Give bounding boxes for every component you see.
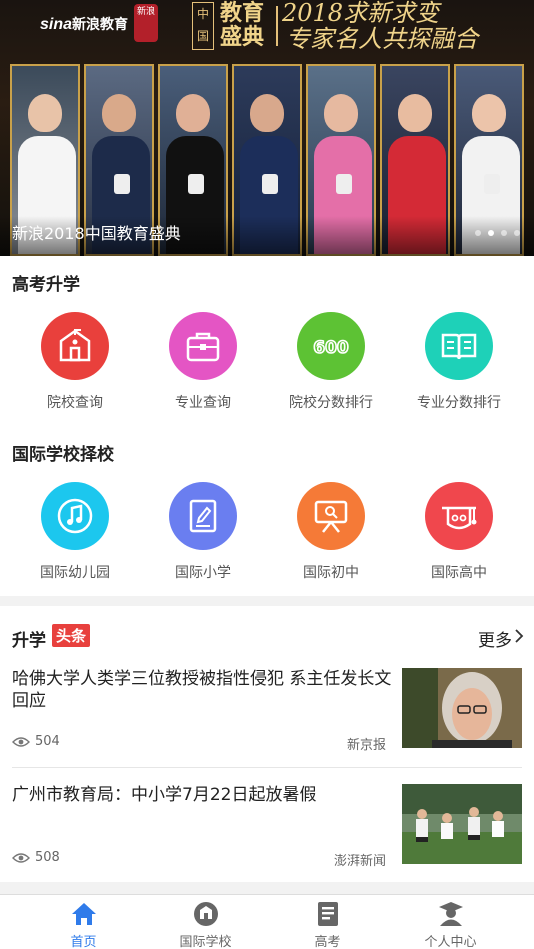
news-title[interactable]: 哈佛大学人类学三位教授被指性侵犯 系主任发长文回应 (12, 668, 392, 712)
news-item[interactable]: 哈佛大学人类学三位教授被指性侵犯 系主任发长文回应 504 新京报 (0, 668, 534, 778)
section-title-intl: 国际学校择校 (12, 445, 114, 465)
tab-home[interactable]: 首页 (17, 895, 150, 949)
news-thumbnail[interactable] (402, 784, 522, 864)
score-600-icon: 600 (297, 312, 365, 380)
seal-stamp-icon: 新浪 (134, 4, 158, 42)
banner-caption: 新浪2018中国教育盛典 (12, 224, 181, 243)
news-title[interactable]: 广州市教育局：中小学7月22日起放暑假 (12, 784, 392, 806)
banner-header: sina新浪教育 新浪 中国 教育 盛典 2018求新求变 专家名人共探融合 (0, 0, 534, 58)
gaokao-grid: 院校查询 专业查询 600 院校分数排行 专业分数排行 (0, 312, 534, 412)
event-divider (276, 6, 278, 46)
carousel-indicator[interactable] (475, 230, 520, 236)
notebook-pen-icon (169, 482, 237, 550)
badge-icon (194, 902, 218, 926)
carousel-dot-active[interactable] (488, 230, 494, 236)
event-mark: 中国 (192, 2, 214, 50)
top-banner-carousel[interactable]: sina新浪教育 新浪 中国 教育 盛典 2018求新求变 专家名人共探融合 新… (0, 0, 534, 256)
tab-intl-school[interactable]: 国际学校 (139, 895, 272, 949)
carousel-dot[interactable] (501, 230, 507, 236)
grid-item-intl-middle[interactable]: 国际初中 (264, 482, 398, 582)
event-slogan: 2018求新求变 专家名人共探融合 (282, 0, 478, 53)
music-note-icon (41, 482, 109, 550)
user-graduate-icon (439, 902, 463, 926)
svg-text:600: 600 (313, 338, 349, 358)
news-thumbnail[interactable] (402, 668, 522, 748)
bottom-tab-bar: 首页 国际学校 高考 个人中心 (0, 894, 534, 949)
eye-icon (12, 852, 30, 863)
presentation-board-icon (297, 482, 365, 550)
grid-item-intl-primary[interactable]: 国际小学 (136, 482, 270, 582)
document-icon (318, 902, 338, 926)
book-icon (425, 312, 493, 380)
grid-item-major-query[interactable]: 专业查询 (136, 312, 270, 412)
news-item[interactable]: 广州市教育局：中小学7月22日起放暑假 508 澎湃新闻 (0, 784, 534, 894)
view-count: 504 (12, 734, 60, 749)
carousel-dot[interactable] (475, 230, 481, 236)
eye-icon (12, 736, 30, 747)
view-count: 508 (12, 850, 60, 865)
grid-item-intl-kindergarten[interactable]: 国际幼儿园 (8, 482, 142, 582)
sina-education-logo: sina新浪教育 (40, 16, 129, 33)
briefcase-icon (169, 312, 237, 380)
news-section-title: 升学 (12, 631, 46, 651)
grid-item-school-score-rank[interactable]: 600 院校分数排行 (264, 312, 398, 412)
news-source: 新京报 (346, 738, 386, 753)
grid-item-major-score-rank[interactable]: 专业分数排行 (392, 312, 526, 412)
headline-news-section: 升学 头条 更多 哈佛大学人类学三位教授被指性侵犯 系主任发长文回应 504 新… (0, 606, 534, 882)
tab-gaokao[interactable]: 高考 (261, 895, 394, 949)
headline-tag: 头条 (52, 624, 91, 647)
grid-item-intl-high[interactable]: 国际高中 (392, 482, 526, 582)
news-header: 升学 头条 更多 (0, 606, 534, 662)
grid-item-school-query[interactable]: 院校查询 (8, 312, 142, 412)
tab-profile[interactable]: 个人中心 (384, 895, 517, 949)
intl-school-grid: 国际幼儿园 国际小学 国际初中 国际高中 (0, 482, 534, 582)
chevron-right-icon[interactable] (514, 628, 524, 644)
home-icon (72, 903, 96, 925)
news-source: 澎湃新闻 (333, 854, 386, 869)
school-building-icon (41, 312, 109, 380)
carousel-dot[interactable] (514, 230, 520, 236)
portrait-photo (402, 668, 522, 748)
graduation-cap-icon (425, 482, 493, 550)
children-playground-photo (402, 784, 522, 864)
section-title-gaokao: 高考升学 (12, 275, 80, 295)
divider (12, 767, 522, 768)
quick-entry-section: 高考升学 院校查询 专业查询 600 院校分数排行 专业分数排行 国际学校择校 … (0, 256, 534, 596)
event-title: 教育 盛典 (220, 1, 265, 50)
more-link[interactable]: 更多 (478, 626, 512, 651)
